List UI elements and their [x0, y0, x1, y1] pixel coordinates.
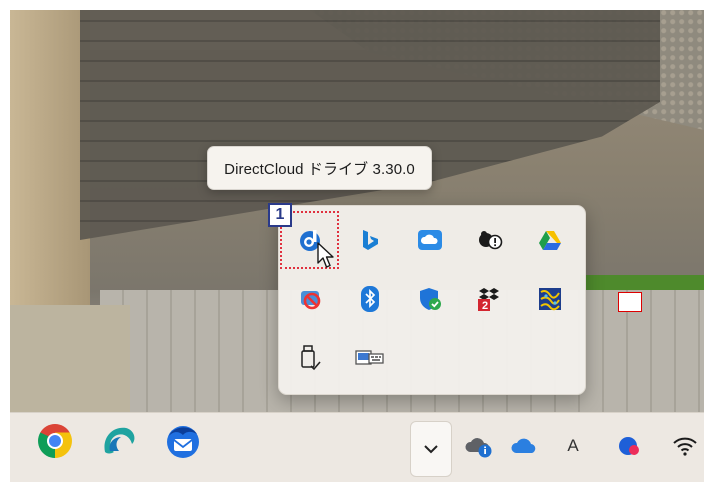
wifi-icon[interactable] — [668, 426, 702, 466]
copilot-icon[interactable] — [612, 426, 646, 466]
keyboard-display-icon[interactable] — [352, 340, 388, 376]
onedrive-icon[interactable] — [508, 426, 542, 466]
ime-icon[interactable]: A — [556, 426, 590, 466]
mouse-pointer-icon — [316, 241, 336, 276]
usb-eject-icon[interactable] — [292, 340, 328, 376]
chrome-icon[interactable] — [32, 418, 78, 464]
wallpaper-ledge — [10, 305, 130, 412]
google-drive-icon[interactable] — [532, 222, 568, 258]
tooltip-text: DirectCloud ドライブ 3.30.0 — [224, 160, 415, 178]
info-cloud-icon[interactable] — [462, 426, 496, 466]
step-badge: 1 — [268, 203, 292, 227]
chevron-down-icon — [424, 445, 438, 454]
onedrive-white-cloud-icon[interactable] — [412, 222, 448, 258]
color-pattern-app-icon[interactable] — [532, 281, 568, 317]
thunderbird-icon[interactable] — [160, 418, 206, 464]
wallpaper-left-wall — [10, 10, 90, 320]
dropbox-badge-count: 2 — [482, 300, 489, 312]
ime-label: A — [567, 436, 579, 455]
wallpaper-sign — [618, 292, 642, 312]
tooltip: DirectCloud ドライブ 3.30.0 — [207, 146, 432, 190]
edge-dev-icon[interactable] — [96, 418, 142, 464]
bluetooth-icon[interactable] — [352, 281, 388, 317]
app-status-warning-icon[interactable] — [472, 222, 508, 258]
show-hidden-icons-button[interactable] — [410, 421, 452, 477]
disabled-app-icon[interactable] — [292, 281, 328, 317]
windows-security-icon[interactable] — [412, 281, 448, 317]
bing-icon[interactable] — [352, 222, 388, 258]
dropbox-sync-icon[interactable]: 2 — [472, 281, 508, 317]
